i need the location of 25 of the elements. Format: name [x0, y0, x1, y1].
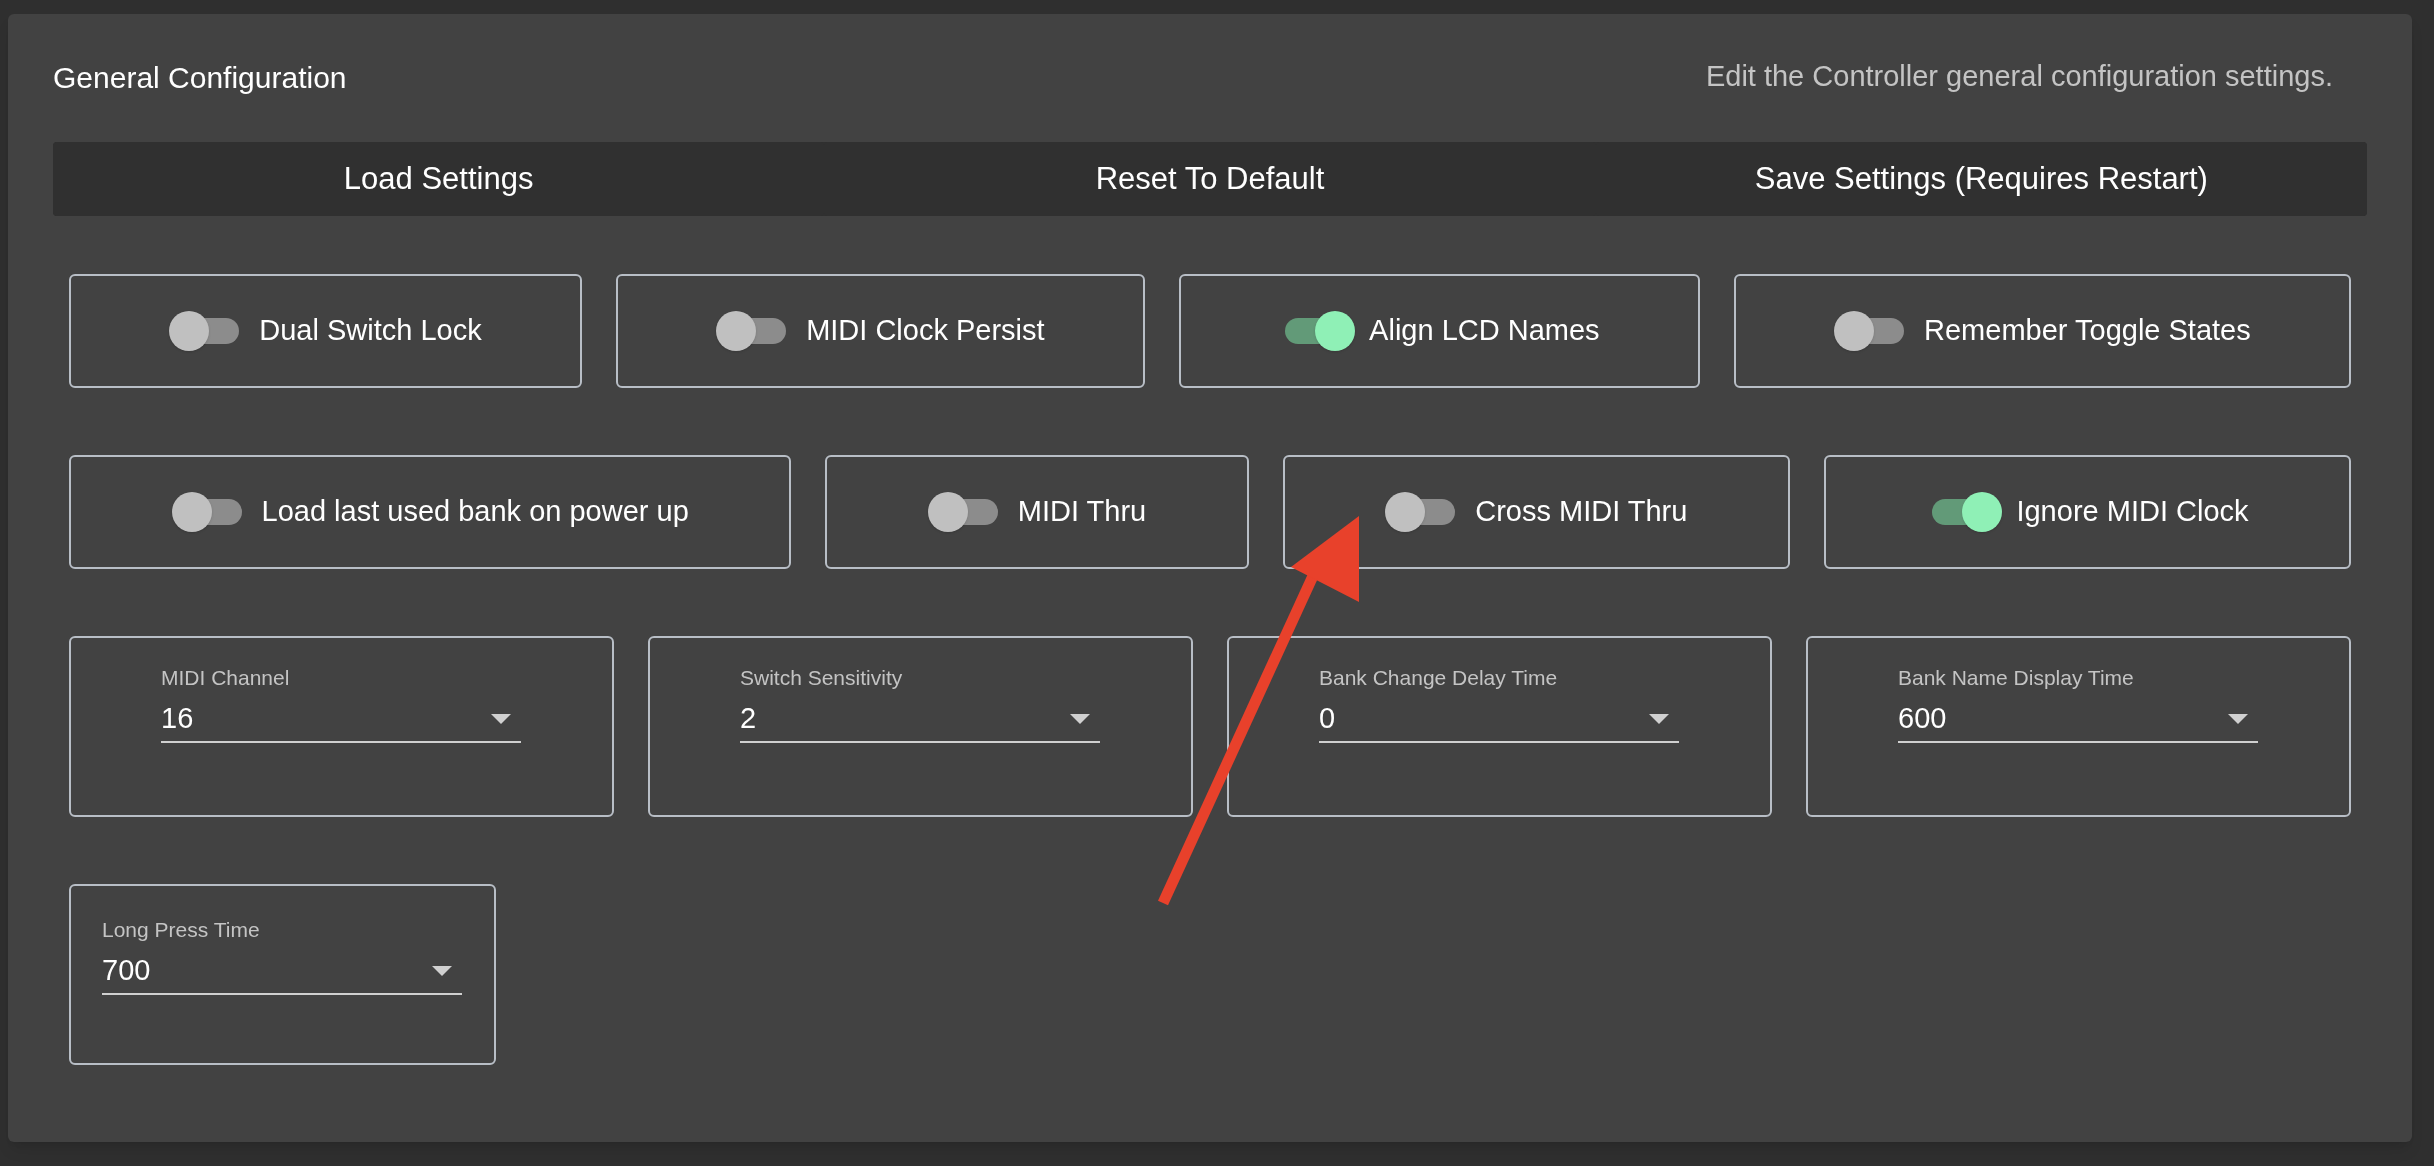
select-field[interactable]: 600 [1898, 691, 2258, 743]
toggle-label: MIDI Clock Persist [806, 313, 1045, 349]
select-field[interactable]: 700 [102, 943, 462, 995]
toggle-label: Ignore MIDI Clock [2016, 494, 2249, 530]
caret-icon [1649, 714, 1669, 724]
select-field[interactable]: 16 [161, 691, 521, 743]
caret-icon [432, 966, 452, 976]
panel-title: General Configuration [53, 59, 347, 96]
field-label: Bank Change Delay Time [1319, 665, 1558, 691]
select-field[interactable]: 2 [740, 691, 1100, 743]
field-label: Switch Sensitivity [740, 665, 903, 691]
caret-icon [2228, 714, 2248, 724]
toggle-label: Cross MIDI Thru [1475, 494, 1688, 530]
caret-icon [1070, 714, 1090, 724]
field-label: MIDI Channel [161, 665, 290, 691]
select-field[interactable]: 0 [1319, 691, 1679, 743]
panel-description: Edit the Controller general configuration settings. [1705, 59, 2333, 95]
toggle-label: Load last used bank on power up [261, 494, 689, 530]
field-label: Bank Name Display Time [1898, 665, 2134, 691]
toggle-label: MIDI Thru [1017, 494, 1147, 530]
field-label: Long Press Time [102, 917, 260, 943]
toggle-label: Dual Switch Lock [259, 313, 482, 349]
toggle-label: Align LCD Names [1369, 313, 1600, 349]
toggle-label: Remember Toggle States [1924, 313, 2251, 349]
caret-icon [491, 714, 511, 724]
